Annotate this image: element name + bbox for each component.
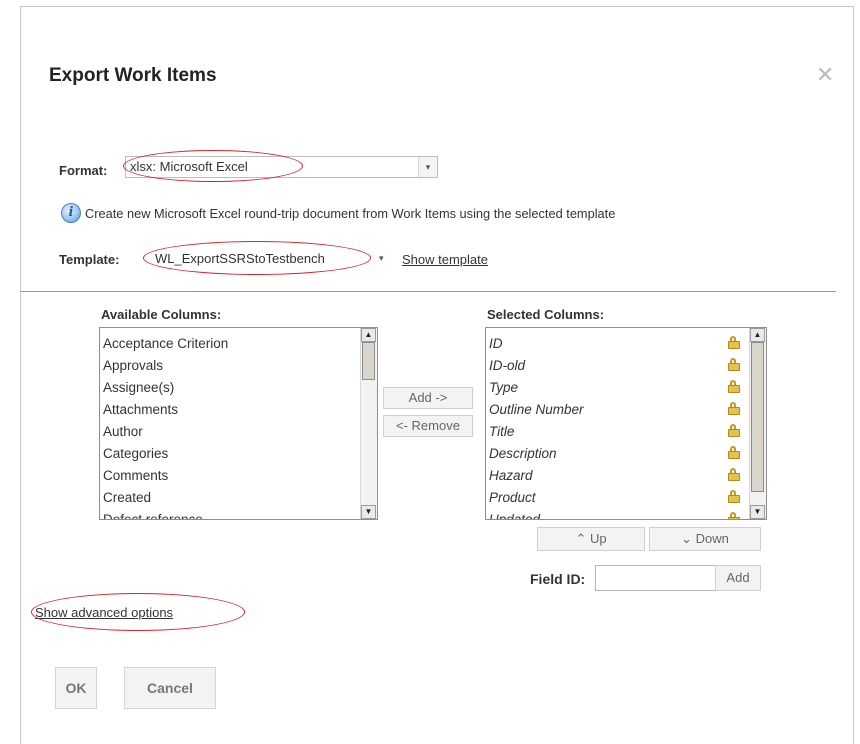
list-item[interactable]: Created: [103, 487, 357, 509]
lock-icon: [728, 402, 740, 415]
field-id-label: Field ID:: [530, 571, 586, 587]
divider: [20, 291, 836, 292]
lock-icon: [728, 490, 740, 503]
scroll-up-icon[interactable]: ▲: [750, 328, 765, 342]
lock-icon: [728, 380, 740, 393]
move-down-button[interactable]: ⌄ Down: [649, 527, 761, 551]
scrollbar[interactable]: ▲ ▼: [749, 328, 766, 519]
chevron-down-icon: ▾: [418, 157, 437, 177]
available-columns-list[interactable]: Acceptance Criterion Approvals Assignee(s)…: [99, 327, 378, 520]
list-item[interactable]: Product: [489, 487, 746, 509]
show-template-link[interactable]: Show template: [402, 252, 488, 267]
cancel-button[interactable]: Cancel: [124, 667, 216, 709]
list-item[interactable]: ID: [489, 333, 746, 355]
list-item[interactable]: Type: [489, 377, 746, 399]
list-item[interactable]: Author: [103, 421, 357, 443]
dialog-title: Export Work Items: [49, 65, 217, 86]
scroll-up-icon[interactable]: ▲: [361, 328, 376, 342]
available-columns-header: Available Columns:: [101, 307, 222, 322]
lock-icon: [728, 468, 740, 481]
add-button[interactable]: Add ->: [383, 387, 473, 409]
scrollbar[interactable]: ▲ ▼: [360, 328, 377, 519]
info-icon: i: [61, 203, 81, 223]
template-label: Template:: [59, 252, 120, 267]
list-item[interactable]: Acceptance Criterion: [103, 333, 357, 355]
template-value: WL_ExportSSRStoTestbench: [155, 251, 325, 266]
list-item[interactable]: Title: [489, 421, 746, 443]
ok-button[interactable]: OK: [55, 667, 97, 709]
field-add-button[interactable]: Add: [715, 565, 761, 591]
scroll-thumb[interactable]: [751, 342, 764, 492]
scroll-thumb[interactable]: [362, 342, 375, 380]
format-label: Format:: [59, 163, 108, 178]
lock-icon: [728, 446, 740, 459]
list-item[interactable]: Outline Number: [489, 399, 746, 421]
list-item[interactable]: Description: [489, 443, 746, 465]
info-text: Create new Microsoft Excel round-trip do…: [85, 206, 616, 221]
move-up-button[interactable]: ⌃ Up: [537, 527, 645, 551]
list-item[interactable]: Categories: [103, 443, 357, 465]
list-item[interactable]: Comments: [103, 465, 357, 487]
export-dialog: Export Work Items ✕ Format: xlsx: Micros…: [20, 6, 854, 744]
scroll-down-icon[interactable]: ▼: [361, 505, 376, 519]
list-item[interactable]: Updated: [489, 509, 746, 519]
remove-button[interactable]: <- Remove: [383, 415, 473, 437]
template-select[interactable]: WL_ExportSSRStoTestbench ▾: [147, 247, 393, 271]
list-item[interactable]: Defect reference: [103, 509, 357, 519]
list-item[interactable]: ID-old: [489, 355, 746, 377]
selected-columns-header: Selected Columns:: [487, 307, 605, 322]
lock-icon: [728, 424, 740, 437]
list-item[interactable]: Attachments: [103, 399, 357, 421]
selected-columns-list[interactable]: ID ID-old Type Outline Number Title Descripti…: [485, 327, 767, 520]
scroll-down-icon[interactable]: ▼: [750, 505, 765, 519]
lock-icon: [728, 358, 740, 371]
list-item[interactable]: Approvals: [103, 355, 357, 377]
field-id-input[interactable]: [595, 565, 719, 591]
list-item[interactable]: Assignee(s): [103, 377, 357, 399]
lock-icon: [728, 336, 740, 349]
list-item[interactable]: Hazard: [489, 465, 746, 487]
format-select[interactable]: xlsx: Microsoft Excel ▾: [125, 156, 438, 178]
lock-icon: [728, 512, 740, 519]
format-value: xlsx: Microsoft Excel: [130, 159, 248, 174]
chevron-down-icon: ▾: [379, 253, 384, 263]
close-icon[interactable]: ✕: [816, 62, 834, 88]
show-advanced-options-link[interactable]: Show advanced options: [35, 605, 173, 620]
